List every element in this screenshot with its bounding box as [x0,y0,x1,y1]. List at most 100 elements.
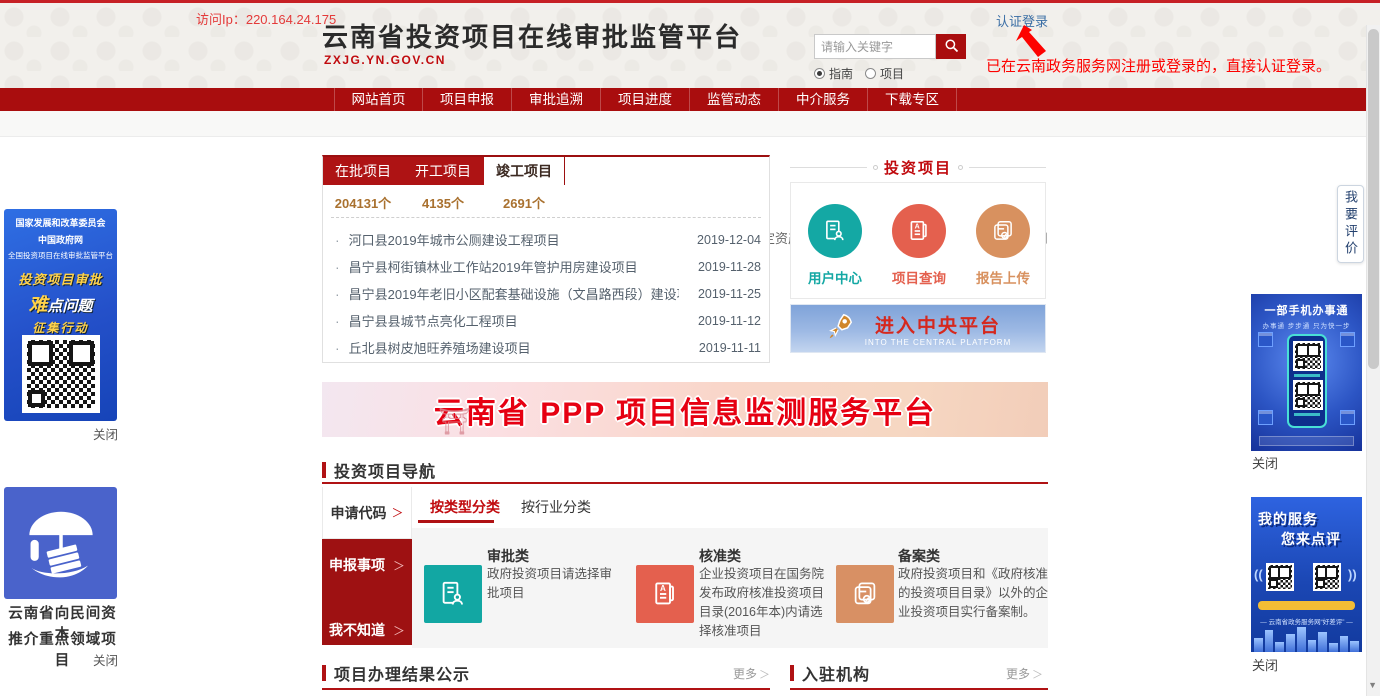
search-icon [944,38,959,56]
bullet-icon: · [335,313,340,329]
nav-item-progress[interactable]: 项目进度 [601,88,690,111]
approval-category-icon[interactable] [424,565,482,623]
nav-item-supervision[interactable]: 监管动态 [690,88,779,111]
side-item-declare-matters[interactable]: 申报事项 ＞ [322,555,412,575]
skyline-decor [1251,626,1362,652]
project-nav-header: 投资项目导航 [322,458,436,482]
chevron-right-icon: ＞ [393,559,405,573]
project-title[interactable]: 昌宁县2019年老旧小区配套基础设施（文昌路西段）建设项目 [349,284,679,303]
search-input[interactable] [814,34,936,59]
section-marker [790,665,794,681]
agencies-section-header: 入驻机构 [790,661,870,685]
project-list-item[interactable]: · 昌宁县柯街镇林业工作站2019年管护用房建设项目 2019-11-28 [323,253,771,280]
feedback-button[interactable]: 我要评价 [1337,185,1364,263]
right-ad-mobile-app-poster[interactable]: 一部手机办事通 办事通 步步通 只为快一步 [1251,294,1362,451]
signal-arc-decor: )) [1348,567,1357,582]
shortcut-label[interactable]: 用户中心 [807,267,863,287]
phone-graphic [1287,334,1327,428]
project-list-item[interactable]: · 昌宁县2019年老旧小区配套基础设施（文昌路西段）建设项目 2019-11-… [323,280,771,307]
divider [322,482,1048,484]
project-list-item[interactable]: · 丘北县树皮旭旺养殖场建设项目 2019-11-11 [323,334,771,361]
invest-shortcuts-box: 用户中心 A 项目查询 报告上传 [790,182,1046,299]
project-title[interactable]: 河口县2019年城市公厕建设工程项目 [349,230,560,249]
cube-decor [1340,410,1355,425]
shortcut-label[interactable]: 报告上传 [975,267,1031,287]
project-title[interactable]: 昌宁县县城节点亮化工程项目 [349,311,518,330]
radio-project-label: 项目 [880,65,904,82]
radio-guide[interactable] [814,68,825,79]
umbrella-hand-books-icon [20,500,102,587]
more-label: 更多 [1006,667,1030,681]
project-list-item[interactable]: · 昌宁县县城节点亮化工程项目 2019-11-12 [323,307,771,334]
project-stats-box: 在批项目 开工项目 竣工项目 204131个 4135个 2691个 · 河口县… [322,155,770,363]
side-item-dont-know[interactable]: 我不知道 ＞ [322,620,412,640]
nav-item-declare[interactable]: 项目申报 [423,88,512,111]
count-approving: 204131个 [323,193,403,212]
tab-completed-projects[interactable]: 竣工项目 [484,157,565,185]
right-ad2-title: 我的服务 [1258,509,1318,529]
report-upload-icon [976,204,1030,258]
chevron-right-icon: ＞ [391,504,403,521]
shortcut-user-center[interactable]: 用户中心 [807,204,863,287]
nav-item-trace[interactable]: 审批追溯 [512,88,601,111]
left-ad-survey-poster[interactable]: 国家发展和改革委员会 中国政府网 全国投资项目在线审批监管平台 投资项目审批 难… [4,209,117,421]
nav-item-home[interactable]: 网站首页 [334,88,423,111]
left-ad-private-capital-tile[interactable] [4,487,117,599]
right-ad2-close-button[interactable]: 关闭 [1252,655,1278,674]
category-verification-title: 核准类 [699,546,741,566]
right-ad1-close-button[interactable]: 关闭 [1252,453,1278,472]
agencies-more-link[interactable]: 更多＞ [1006,665,1043,682]
results-more-link[interactable]: 更多＞ [733,665,770,682]
filing-category-icon[interactable] [836,565,894,623]
tab-started-projects[interactable]: 开工项目 [403,157,483,185]
bullet-icon: · [335,286,340,302]
verification-category-icon[interactable]: A [636,565,694,623]
scrollbar-thumb[interactable] [1368,29,1379,369]
project-date: 2019-11-12 [698,314,761,328]
caption-bar [1294,374,1320,377]
right-ad1-subtitle: 办事通 步步通 只为快一步 [1251,320,1362,330]
nav-item-download[interactable]: 下载专区 [868,88,957,111]
divider [790,167,867,168]
scrollbar-down-arrow[interactable]: ▼ [1368,680,1377,690]
shortcut-project-query[interactable]: A 项目查询 [891,204,947,287]
invest-panel-title: 投资项目 [884,157,952,178]
cube-decor [1258,332,1273,347]
caption-bar [1294,413,1320,416]
tab-by-type[interactable]: 按类型分类 [430,497,500,517]
tab-approving-projects[interactable]: 在批项目 [323,157,403,185]
central-banner-subtitle: INTO THE CENTRAL PLATFORM [865,338,1012,347]
apply-code-button[interactable]: 申请代码 ＞ [322,487,412,539]
shortcut-report-upload[interactable]: 报告上传 [975,204,1031,287]
project-nav-title: 投资项目导航 [334,458,436,482]
svg-text:A: A [915,223,920,230]
right-ad-service-rating-poster[interactable]: 我的服务 您来点评 (( )) — 云南省政务服务网“好差评” — [1251,497,1362,652]
left-ad1-close-button[interactable]: 关闭 [93,424,118,443]
search-button[interactable] [936,34,966,59]
project-title[interactable]: 昌宁县柯街镇林业工作站2019年管护用房建设项目 [349,257,638,276]
project-nav-side: 申报事项 ＞ 我不知道 ＞ [322,539,412,645]
project-title[interactable]: 丘北县树皮旭旺养殖场建设项目 [349,338,531,357]
tab-by-industry[interactable]: 按行业分类 [521,497,591,517]
qr-code [22,335,100,413]
shortcut-label[interactable]: 项目查询 [891,267,947,287]
results-section-title: 项目办理结果公示 [334,661,470,685]
project-date: 2019-11-25 [698,287,761,301]
project-date: 2019-11-11 [699,341,761,355]
project-list-item[interactable]: · 河口县2019年城市公厕建设工程项目 2019-12-04 [323,226,771,253]
left-ad2-close-button[interactable]: 关闭 [93,650,118,669]
page-scrollbar[interactable]: ▼ [1366,25,1380,696]
divider [322,688,770,690]
notice-bar: 通知公告: 关于完善固定资产投资项目代码制度加强项目代码管理和应用 [0,111,1380,137]
divider [969,167,1046,168]
central-platform-banner[interactable]: 进入中央平台 INTO THE CENTRAL PLATFORM [790,304,1046,353]
category-verification-desc: 企业投资项目在国务院发布政府核准投资项目目录(2016年本)内请选择核准项目 [699,565,833,641]
header: 访问Ip：220.164.24.175 云南省投资项目在线审批监管平台 ZXJG… [0,3,1380,88]
nav-item-agency[interactable]: 中介服务 [779,88,868,111]
site-title: 云南省投资项目在线审批监管平台 [322,17,742,54]
right-ad1-title: 一部手机办事通 [1251,302,1362,318]
radio-project[interactable] [865,68,876,79]
ad-slogan: 难点问题 [4,290,117,317]
ppp-banner[interactable]: ⛩ 云南省 PPP 项目信息监测服务平台 [322,382,1048,437]
side-item-label: 我不知道 [329,622,385,638]
